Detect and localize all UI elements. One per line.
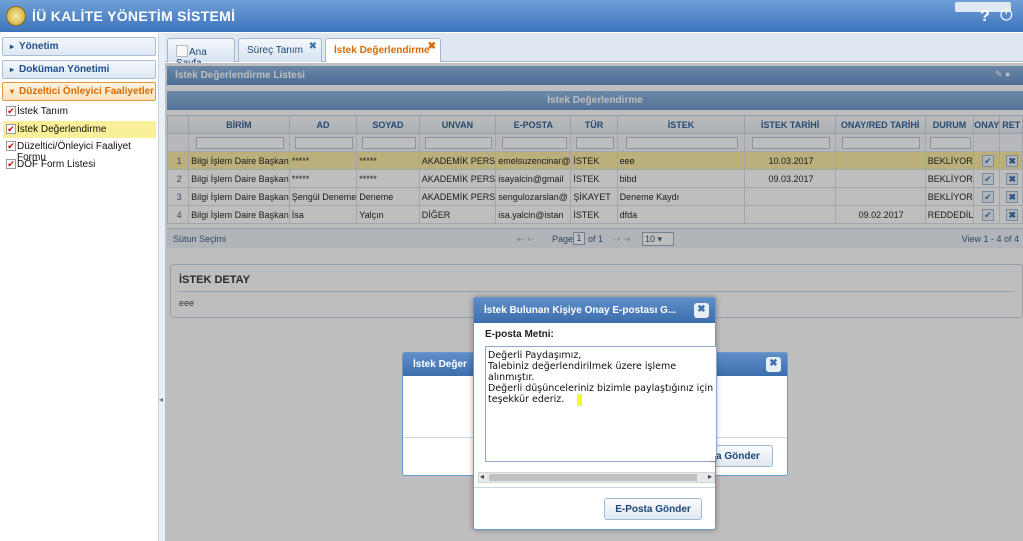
sidebar-item-dof-form-listesi[interactable]: ✔ DÖF Form Listesi [3, 156, 156, 173]
send-email-button[interactable]: E-Posta Gönder [604, 498, 702, 520]
email-body-label: E-posta Metni: [485, 329, 554, 340]
caret-down-icon: ▾ [10, 87, 15, 96]
app-title: İÜ KALİTE YÖNETİM SİSTEMİ [32, 8, 236, 24]
sidebar-item-istek-tanim[interactable]: ✔ İstek Tanım [3, 103, 156, 120]
caret-right-icon: ▸ [10, 42, 15, 51]
close-icon[interactable]: ✖ [428, 41, 436, 52]
dialog-title: İstek Bulunan Kişiye Onay E-postası G... [474, 298, 715, 323]
tab-bar: Ana Sayfa Süreç Tanım✖ İstek Değerlendir… [165, 33, 1023, 69]
sidebar-item-istek-degerlendirme[interactable]: ✔ İstek Değerlendirme [3, 121, 156, 138]
close-icon[interactable]: ✖ [694, 303, 709, 318]
text-cursor-highlight [577, 394, 582, 406]
top-bar: İÜ KALİTE YÖNETİM SİSTEMİ ? ⏻ [0, 0, 1023, 32]
send-button[interactable]: a Gönder [709, 445, 773, 467]
divider [474, 487, 715, 488]
caret-right-icon: ▸ [10, 65, 15, 74]
tab-istek-degerlendirme[interactable]: İstek Değerlendirme ✖ [325, 38, 441, 62]
scroll-right-icon[interactable]: ▸ [708, 472, 712, 481]
accordion-dokuman-yonetimi[interactable]: ▸ Doküman Yönetimi [2, 60, 156, 79]
checkbox-icon: ✔ [6, 141, 16, 151]
accordion-yonetim[interactable]: ▸ Yönetim [2, 37, 156, 56]
accordion-duzeltici-onleyici[interactable]: ▾ Düzeltici Önleyici Faaliyetler [2, 82, 156, 101]
scroll-left-icon[interactable]: ◂ [480, 472, 484, 481]
checkbox-icon: ✔ [6, 124, 16, 134]
close-icon[interactable]: ✖ [309, 41, 317, 52]
email-dialog: İstek Bulunan Kişiye Onay E-postası G...… [473, 297, 717, 530]
tab-surec-tanim[interactable]: Süreç Tanım ✖ [238, 38, 322, 62]
sidebar-item-dof-formu[interactable]: ✔ Düzeltici/Önleyici Faaliyet Formu [3, 138, 156, 163]
email-body-textarea[interactable]: Değerli Paydaşımız, Talebiniz değerlendi… [485, 346, 717, 462]
university-logo-icon [6, 6, 26, 26]
sidebar: ▸ Yönetim ▸ Doküman Yönetimi ▾ Düzeltici Ön… [0, 33, 159, 541]
broken-image-icon [176, 45, 188, 57]
checkbox-icon: ✔ [6, 106, 16, 116]
checkbox-icon: ✔ [6, 159, 16, 169]
tab-ana-sayfa[interactable]: Ana Sayfa [167, 38, 235, 69]
power-icon[interactable]: ⏻ [1000, 7, 1013, 25]
horizontal-scrollbar[interactable]: ◂ ▸ [478, 472, 715, 483]
scrollbar-thumb[interactable] [489, 474, 697, 481]
resize-grip-icon[interactable] [710, 456, 716, 462]
close-icon[interactable]: ✖ [766, 357, 781, 372]
help-icon[interactable]: ? [980, 8, 990, 26]
